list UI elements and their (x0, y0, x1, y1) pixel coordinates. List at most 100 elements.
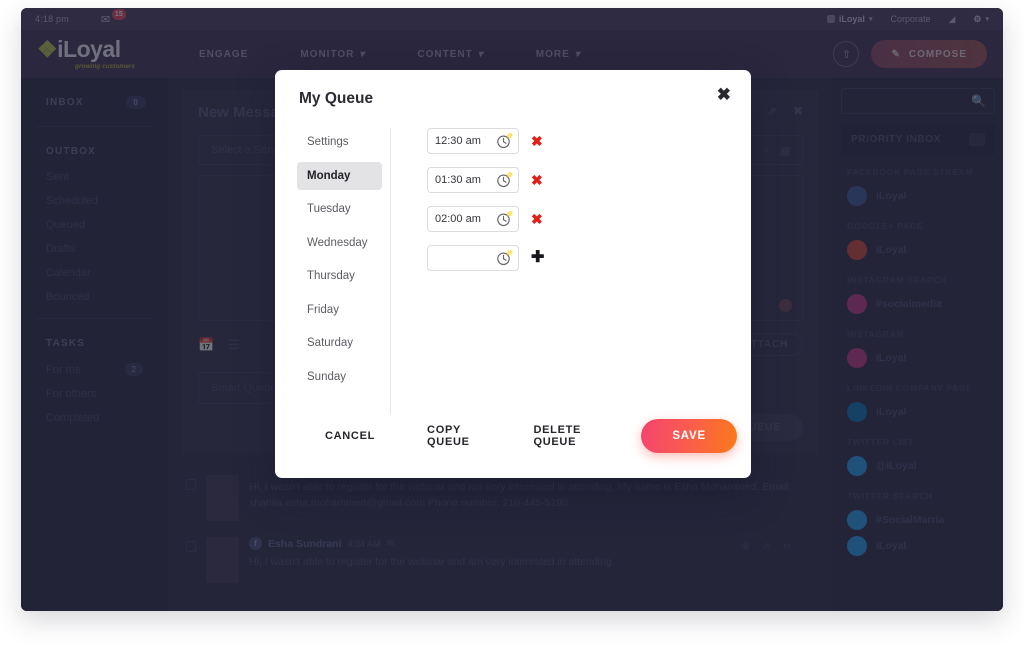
day-item-wednesday[interactable]: Wednesday (297, 229, 382, 257)
sidebar-section-outbox: OUTBOX (46, 146, 96, 157)
nav-item-more[interactable]: MORE ▾ (536, 49, 581, 60)
grid-icon[interactable]: ▦ (780, 144, 790, 157)
logo[interactable]: ❖iLoyal growing customers (37, 36, 157, 71)
share-icon[interactable]: ↗ (762, 541, 770, 552)
sidebar-item-queued[interactable]: Queued (21, 213, 168, 237)
reply-icon[interactable]: ↩ (783, 541, 791, 552)
stream-group-label: FACEBOOK PAGE STREAM (847, 167, 974, 177)
add-slot-button[interactable]: ✚ (531, 250, 544, 266)
close-icon[interactable]: ✖ (793, 104, 803, 118)
clock-icon[interactable]: ✵ (496, 248, 513, 266)
delete-queue-button[interactable]: DELETE QUEUE (508, 424, 624, 448)
stream-group-label: INSTAGRAM SEARCH (847, 275, 948, 285)
close-icon[interactable]: ✖ (717, 86, 731, 103)
remove-slot-button[interactable]: ✖ (531, 212, 543, 226)
tag-icon[interactable]: ◉ (741, 541, 750, 552)
logo-mark: ❖ (37, 36, 58, 62)
stream-item-linkedin-page[interactable]: iLoyal (841, 399, 995, 425)
search-icon[interactable]: 🔍 (971, 94, 986, 108)
sidebar-item-for-me[interactable]: For me 2 (21, 357, 168, 382)
panel-window-controls: ⇗ ✖ (767, 104, 803, 118)
time-slot-row: 02:00 am ✵ ✖ (427, 206, 731, 232)
account-menu[interactable]: iLoyal ▾ (826, 14, 872, 24)
emoji-icon[interactable] (779, 299, 792, 312)
clock-time: 4:18 pm (35, 14, 69, 24)
sidebar-inbox-count: 0 (126, 96, 146, 109)
day-item-thursday[interactable]: Thursday (297, 262, 382, 290)
more-icon[interactable]: ⋮ (803, 541, 813, 552)
clock-icon[interactable]: ✵ (496, 131, 513, 149)
message-author[interactable]: Esha Sundrani (268, 538, 342, 550)
time-slot-row-new: ✵ ✚ (427, 245, 731, 271)
avatar (206, 475, 239, 521)
nav-item-monitor[interactable]: MONITOR ▾ (300, 49, 365, 60)
time-input[interactable]: 01:30 am ✵ (427, 167, 519, 193)
mail-icon: ✉ (100, 13, 111, 26)
sidebar-item-drafts[interactable]: Drafts (21, 237, 168, 261)
nav-item-content[interactable]: CONTENT ▾ (417, 49, 483, 60)
sidebar-item-bounced[interactable]: Bounced (21, 285, 168, 309)
time-input-new[interactable]: ✵ (427, 245, 519, 271)
stream-item-googleplus-page[interactable]: iLoyal (841, 237, 995, 263)
stream-item-facebook-page[interactable]: iLoyal (841, 183, 995, 209)
clock-icon[interactable]: ✵ (496, 208, 513, 227)
copy-queue-button[interactable]: COPY QUEUE (401, 424, 507, 448)
clock-icon[interactable]: ✵ (496, 169, 513, 188)
save-button[interactable]: SAVE (641, 419, 737, 453)
list-item[interactable]: f Esha Sundrani 4:34 AM ✉ Hi, I wasn't a… (182, 529, 819, 591)
list-icon[interactable]: ☰ (228, 337, 240, 353)
tools-icon[interactable]: ◢ (948, 14, 955, 25)
search-input[interactable]: 🔍 (841, 88, 995, 114)
star-icon: ✵ (505, 169, 513, 180)
stream-item-instagram[interactable]: iLoyal (841, 345, 995, 371)
remove-slot-button[interactable]: ✖ (531, 173, 543, 187)
remove-slot-button[interactable]: ✖ (531, 134, 543, 148)
time-value: 02:00 am (435, 213, 481, 225)
mail-notification[interactable]: ✉ 15 (100, 8, 126, 26)
star-icon: ✵ (505, 208, 513, 219)
day-item-settings[interactable]: Settings (297, 128, 382, 156)
collapse-icon[interactable] (969, 133, 985, 146)
select-checkbox[interactable] (186, 479, 196, 490)
stream-item-instagram-search[interactable]: #socialmedia (841, 291, 995, 317)
nav-item-engage[interactable]: ENGAGE (199, 49, 248, 60)
upload-icon[interactable]: ⇧ (833, 41, 860, 67)
time-input[interactable]: 12:30 am ✵ (427, 128, 519, 154)
smart-queue-placeholder: Smart Queue (211, 382, 277, 394)
stream-label: iLoyal (876, 190, 907, 202)
day-item-tuesday[interactable]: Tuesday (297, 195, 382, 223)
time-input[interactable]: 02:00 am ✵ (427, 206, 519, 232)
stream-item-twitter-list[interactable]: @iLoyal (841, 453, 995, 479)
sidebar-item-inbox[interactable]: INBOX 0 (21, 86, 168, 117)
stream-label: iLoyal (876, 540, 907, 552)
select-checkbox[interactable] (186, 541, 196, 552)
nav-actions: ⇧ ✎ COMPOSE (833, 40, 987, 68)
day-item-saturday[interactable]: Saturday (297, 329, 382, 357)
divider (35, 318, 154, 319)
cancel-button[interactable]: CANCEL (299, 430, 401, 442)
modal-footer: CANCEL COPY QUEUE DELETE QUEUE SAVE (275, 414, 751, 478)
sidebar-item-calendar[interactable]: Calendar (21, 261, 168, 285)
pin-icon[interactable]: ✧ (760, 144, 769, 157)
org-label[interactable]: Corporate (890, 14, 930, 24)
day-item-monday[interactable]: Monday (297, 161, 382, 190)
sidebar-item-for-others[interactable]: For others (21, 382, 168, 406)
day-item-friday[interactable]: Friday (297, 296, 382, 324)
sidebar-item-completed[interactable]: Completed (21, 406, 168, 430)
sidebar-item-sent[interactable]: Sent (21, 165, 168, 189)
message-time: 4:34 AM (347, 538, 381, 549)
time-slot-row: 01:30 am ✵ ✖ (427, 167, 731, 193)
settings-menu[interactable]: ⚙ ▾ (973, 14, 989, 25)
stream-item-twitter-search[interactable]: #SocialMarria (841, 507, 995, 533)
avatar (826, 15, 835, 23)
gear-icon: ⚙ (973, 13, 982, 24)
day-item-sunday[interactable]: Sunday (297, 363, 382, 391)
page-root: 4:18 pm ✉ 15 iLoyal ▾ Corporate ◢ ⚙ ▾ ❖i… (0, 0, 1024, 656)
compose-button[interactable]: ✎ COMPOSE (871, 40, 987, 68)
stream-item-twitter-iloyal[interactable]: iLoyal (841, 533, 995, 559)
expand-icon[interactable]: ⇗ (767, 104, 777, 118)
day-list: Settings Monday Tuesday Wednesday Thursd… (281, 128, 391, 414)
calendar-icon[interactable]: 📅 (198, 337, 214, 353)
sidebar-item-scheduled[interactable]: Scheduled (21, 189, 168, 213)
priority-inbox-header[interactable]: PRIORITY INBOX (841, 124, 995, 155)
